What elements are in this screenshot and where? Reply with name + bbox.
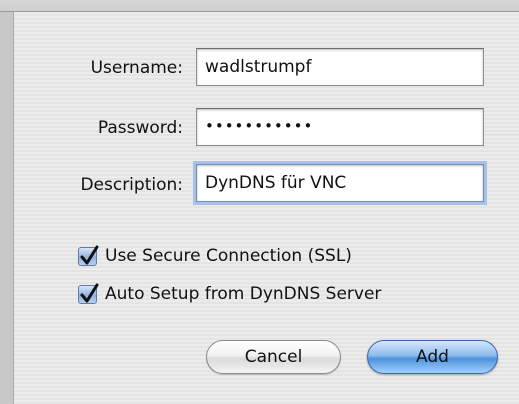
password-label: Password: (97, 118, 183, 138)
ssl-checkbox-label: Use Secure Connection (SSL) (105, 246, 352, 266)
checkmark-icon (80, 245, 99, 264)
ssl-checkbox-row[interactable]: Use Secure Connection (SSL) (78, 245, 352, 267)
auto-setup-checkbox-row[interactable]: Auto Setup from DynDNS Server (78, 283, 381, 305)
description-label: Description: (80, 175, 183, 195)
password-field[interactable]: ••••••••••• (196, 108, 484, 146)
auto-setup-checkbox[interactable] (78, 283, 99, 304)
username-field[interactable]: wadlstrumpf (196, 48, 484, 86)
add-button[interactable]: Add (367, 340, 498, 374)
window-top-strip (0, 0, 519, 12)
username-label: Username: (90, 58, 183, 78)
checkmark-icon (80, 283, 99, 302)
auto-setup-checkbox-label: Auto Setup from DynDNS Server (105, 284, 382, 304)
ssl-checkbox[interactable] (78, 245, 99, 266)
description-field[interactable]: DynDNS für VNC (196, 164, 484, 202)
cancel-button[interactable]: Cancel (206, 340, 341, 374)
